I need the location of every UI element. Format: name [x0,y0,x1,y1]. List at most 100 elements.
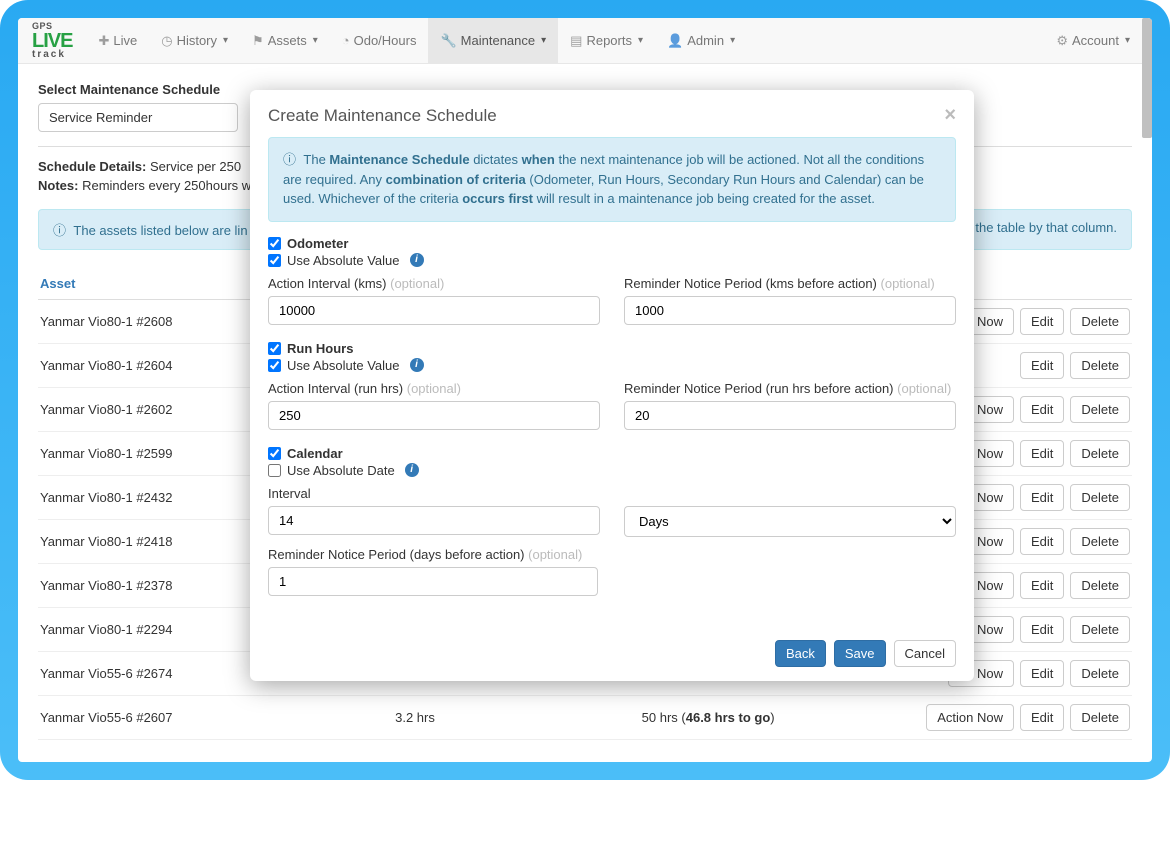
info-icon[interactable]: i [405,463,419,477]
odometer-absolute-label: Use Absolute Value [287,253,400,268]
edit-button[interactable]: Edit [1020,528,1064,555]
odometer-section: Odometer Use Absolute Value i Action Inte… [268,236,956,325]
info-icon: ⓘ [53,223,66,238]
nav-admin[interactable]: 👤 Admin ▾ [655,18,747,64]
schedule-select[interactable]: Service Reminder [38,103,238,132]
calendar-checkbox[interactable] [268,447,281,460]
calendar-absolute-checkbox[interactable] [268,464,281,477]
info-text-left: The assets listed below are lin [73,223,247,238]
asset-hours: 3.2 hrs [340,710,490,725]
caret-icon: ▾ [223,35,228,46]
caret-icon: ▾ [638,35,643,46]
nav-reports-label: Reports [586,33,632,48]
action-now-button[interactable]: Action Now [926,704,1014,731]
info-text-right: rt the table by that column. [964,220,1117,235]
delete-button[interactable]: Delete [1070,396,1130,423]
nav-odo-label: Odo/Hours [354,33,417,48]
cancel-button[interactable]: Cancel [894,640,956,667]
calendar-interval-label: Interval [268,486,600,501]
nav-live[interactable]: ✚ Live [86,18,149,64]
plus-icon: ✚ [98,33,109,49]
delete-button[interactable]: Delete [1070,528,1130,555]
info-icon: ⓘ [283,152,296,167]
delete-button[interactable]: Delete [1070,440,1130,467]
user-icon: 👤 [667,33,683,49]
edit-button[interactable]: Edit [1020,616,1064,643]
info-icon[interactable]: i [410,358,424,372]
delete-button[interactable]: Delete [1070,660,1130,687]
caret-icon: ▾ [1125,35,1130,46]
nav-account-label: Account [1072,33,1119,48]
edit-button[interactable]: Edit [1020,704,1064,731]
nav-assets-label: Assets [268,33,307,48]
edit-button[interactable]: Edit [1020,660,1064,687]
runhours-absolute-label: Use Absolute Value [287,358,400,373]
logo: GPS LIVE track [28,20,76,62]
edit-button[interactable]: Edit [1020,440,1064,467]
runhours-absolute-checkbox[interactable] [268,359,281,372]
delete-button[interactable]: Delete [1070,308,1130,335]
calendar-unit-select[interactable]: Days [624,506,956,537]
runhours-label: Run Hours [287,341,353,356]
odometer-interval-label: Action Interval (kms) [268,276,386,291]
odometer-reminder-label: Reminder Notice Period (kms before actio… [624,276,877,291]
calendar-interval-input[interactable] [268,506,600,535]
nav-assets[interactable]: ⚑ Assets ▾ [240,18,330,64]
logo-track: track [32,49,66,60]
calendar-section: Calendar Use Absolute Date i Interval Day… [268,446,956,596]
runhours-interval-label: Action Interval (run hrs) [268,381,403,396]
nav-admin-label: Admin [687,33,724,48]
nav-reports[interactable]: ▤ Reports ▾ [558,18,655,64]
create-schedule-modal: Create Maintenance Schedule × ⓘ The Main… [250,90,974,681]
delete-button[interactable]: Delete [1070,616,1130,643]
odometer-checkbox[interactable] [268,237,281,250]
caret-icon: ▾ [313,35,318,46]
close-icon[interactable]: × [944,104,956,127]
nav-history-label: History [177,33,217,48]
navbar: GPS LIVE track ✚Live ◷History▾ ⚑Assets▾ … [18,18,1152,64]
edit-button[interactable]: Edit [1020,484,1064,511]
gauge-icon: ◔ [342,33,350,48]
edit-button[interactable]: Edit [1020,572,1064,599]
wrench-icon: 🔧 [440,33,456,49]
info-icon[interactable]: i [410,253,424,267]
nav-odo[interactable]: ◔ Odo/Hours [330,18,429,64]
edit-button[interactable]: Edit [1020,308,1064,335]
asset-remaining: 50 hrs (46.8 hrs to go) [490,710,926,725]
calendar-label: Calendar [287,446,343,461]
report-icon: ▤ [570,33,582,49]
runhours-reminder-label: Reminder Notice Period (run hrs before a… [624,381,894,396]
edit-button[interactable]: Edit [1020,352,1064,379]
odometer-absolute-checkbox[interactable] [268,254,281,267]
runhours-reminder-input[interactable] [624,401,956,430]
caret-icon: ▾ [730,35,735,46]
nav-maintenance-label: Maintenance [461,33,535,48]
delete-button[interactable]: Delete [1070,704,1130,731]
nav-history[interactable]: ◷ History ▾ [149,18,240,64]
nav-account[interactable]: ⚙ Account ▾ [1044,18,1142,64]
runhours-interval-input[interactable] [268,401,600,430]
odometer-reminder-input[interactable] [624,296,956,325]
asset-name: Yanmar Vio55-6 #2607 [40,710,340,725]
back-button[interactable]: Back [775,640,826,667]
caret-icon: ▾ [541,35,546,46]
calendar-reminder-input[interactable] [268,567,598,596]
modal-title: Create Maintenance Schedule [268,106,497,126]
modal-info-alert: ⓘ The Maintenance Schedule dictates when… [268,137,956,222]
odometer-label: Odometer [287,236,348,251]
clock-icon: ◷ [161,33,172,49]
calendar-reminder-label: Reminder Notice Period (days before acti… [268,547,525,562]
delete-button[interactable]: Delete [1070,572,1130,599]
delete-button[interactable]: Delete [1070,484,1130,511]
delete-button[interactable]: Delete [1070,352,1130,379]
save-button[interactable]: Save [834,640,886,667]
nav-maintenance[interactable]: 🔧 Maintenance ▾ [428,18,558,64]
flag-icon: ⚑ [252,33,264,49]
nav-live-label: Live [113,33,137,48]
gear-icon: ⚙ [1056,33,1068,49]
edit-button[interactable]: Edit [1020,396,1064,423]
odometer-interval-input[interactable] [268,296,600,325]
runhours-checkbox[interactable] [268,342,281,355]
calendar-absolute-label: Use Absolute Date [287,463,395,478]
runhours-section: Run Hours Use Absolute Value i Action Int… [268,341,956,430]
